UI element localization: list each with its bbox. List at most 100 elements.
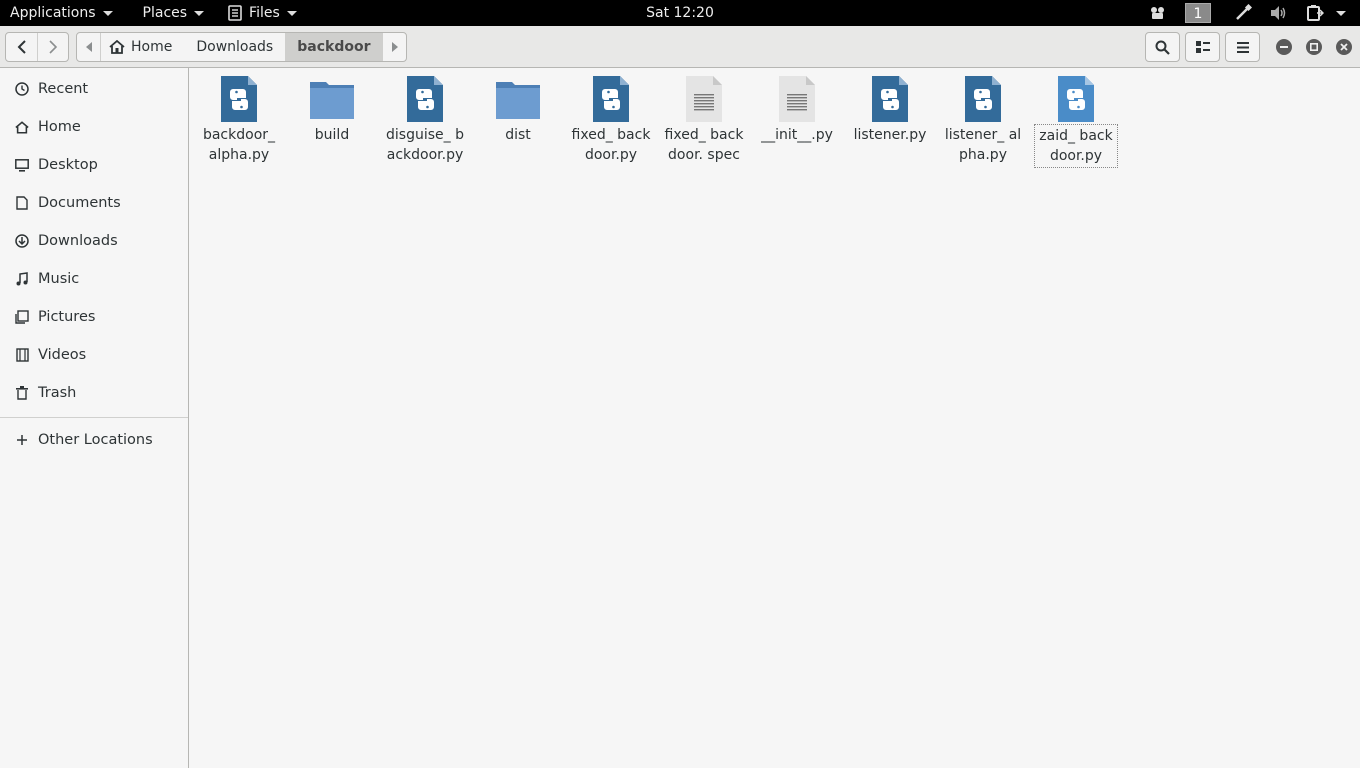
folder-item[interactable]: build [290, 74, 374, 146]
file-name: __init__.py [761, 127, 833, 143]
view-toggle-button[interactable] [1185, 32, 1220, 62]
sidebar-item-label: Documents [38, 195, 121, 211]
arrow-right-icon [391, 42, 398, 52]
sidebar-item-videos[interactable]: Videos [0, 336, 188, 374]
file-name: fixed_ backdoor.py [571, 127, 651, 163]
files-app-menu[interactable]: Files [218, 0, 307, 26]
file-item[interactable]: backdoor_ alpha.py [197, 74, 281, 166]
path-home-label: Home [131, 39, 173, 55]
plus-icon [14, 432, 30, 448]
minimize-button[interactable] [1276, 39, 1292, 55]
places-menu[interactable]: Places [133, 0, 215, 26]
volume-icon[interactable] [1270, 5, 1288, 21]
sidebar-item-recent[interactable]: Recent [0, 70, 188, 108]
chevron-down-icon [194, 10, 205, 16]
path-scroll-right-button[interactable] [382, 33, 406, 61]
file-item[interactable]: listener_ alpha.py [941, 74, 1025, 166]
document-icon [14, 195, 30, 211]
sidebar: Recent Home Desktop Documents Downloads … [0, 68, 189, 768]
video-icon [14, 347, 30, 363]
applications-menu[interactable]: Applications [0, 0, 123, 26]
file-name: zaid_ backdoor.py [1034, 124, 1118, 168]
file-name: fixed_ backdoor. spec [664, 127, 744, 163]
python-file-icon [865, 74, 915, 124]
pictures-icon [14, 309, 30, 325]
file-item[interactable]: listener.py [848, 74, 932, 146]
search-button[interactable] [1145, 32, 1180, 62]
file-name: build [314, 127, 350, 143]
python-file-icon [958, 74, 1008, 124]
hamburger-icon [1236, 41, 1249, 53]
files-app-icon [228, 5, 242, 21]
list-view-icon [1195, 41, 1210, 53]
music-icon [14, 271, 30, 287]
chevron-down-icon [102, 10, 113, 16]
sidebar-item-music[interactable]: Music [0, 260, 188, 298]
sidebar-item-label: Home [38, 119, 81, 135]
system-tray: 1 [1140, 0, 1360, 26]
network-icon[interactable] [1234, 4, 1252, 22]
text-file-icon [679, 74, 729, 124]
close-button[interactable] [1336, 39, 1352, 55]
python-file-icon [214, 74, 264, 124]
folder-icon [307, 74, 357, 124]
file-view[interactable]: backdoor_ alpha.py build disguise_ backd… [190, 68, 1360, 768]
path-current-label: backdoor [297, 39, 371, 55]
power-menu[interactable] [1306, 4, 1346, 22]
top-panel: Applications Places Files Sat 12:20 1 [0, 0, 1360, 26]
file-name: listener_ alpha.py [944, 127, 1022, 163]
sidebar-item-label: Videos [38, 347, 87, 363]
chevron-right-icon [49, 40, 58, 54]
file-item[interactable]: fixed_ backdoor.py [569, 74, 653, 166]
battery-icon [1307, 5, 1324, 21]
path-downloads[interactable]: Downloads [184, 33, 285, 61]
python-file-icon [1051, 74, 1101, 124]
camera-icon[interactable] [1149, 6, 1167, 20]
python-file-icon [400, 74, 450, 124]
file-name: backdoor_ alpha.py [202, 127, 276, 163]
sidebar-item-label: Music [38, 271, 80, 287]
file-item[interactable]: disguise_ backdoor.py [383, 74, 467, 166]
workspace-indicator[interactable]: 1 [1185, 3, 1211, 23]
home-icon [109, 40, 125, 54]
file-name: dist [505, 127, 531, 143]
history-buttons [5, 32, 69, 62]
close-icon [1340, 43, 1348, 51]
file-item[interactable]: __init__.py [755, 74, 839, 146]
chevron-down-icon [1336, 10, 1346, 16]
path-home[interactable]: Home [101, 33, 184, 61]
sidebar-item-downloads[interactable]: Downloads [0, 222, 188, 260]
sidebar-item-trash[interactable]: Trash [0, 374, 188, 412]
maximize-button[interactable] [1306, 39, 1322, 55]
path-scroll-left-button[interactable] [77, 33, 101, 61]
sidebar-item-other-locations[interactable]: Other Locations [0, 421, 188, 459]
sidebar-item-pictures[interactable]: Pictures [0, 298, 188, 336]
sidebar-item-desktop[interactable]: Desktop [0, 146, 188, 184]
desktop-icon [14, 157, 30, 173]
folder-icon [493, 74, 543, 124]
path-downloads-label: Downloads [196, 39, 274, 55]
search-icon [1155, 40, 1170, 55]
arrow-left-icon [85, 42, 92, 52]
workspace-number: 1 [1185, 3, 1211, 23]
folder-item[interactable]: dist [476, 74, 560, 146]
download-icon [14, 233, 30, 249]
file-item[interactable]: fixed_ backdoor. spec [662, 74, 746, 166]
chevron-down-icon [286, 10, 297, 16]
sidebar-separator [0, 417, 188, 418]
forward-button[interactable] [37, 33, 68, 61]
sidebar-item-label: Downloads [38, 233, 118, 249]
sidebar-item-label: Other Locations [38, 432, 153, 448]
chevron-left-icon [17, 40, 26, 54]
files-label: Files [249, 5, 280, 21]
sidebar-item-label: Pictures [38, 309, 96, 325]
path-current[interactable]: backdoor [285, 33, 383, 61]
clock-icon [14, 81, 30, 97]
places-label: Places [142, 5, 188, 21]
applications-label: Applications [10, 5, 96, 21]
back-button[interactable] [6, 33, 37, 61]
menu-button[interactable] [1225, 32, 1260, 62]
sidebar-item-documents[interactable]: Documents [0, 184, 188, 222]
file-item[interactable]: zaid_ backdoor.py [1034, 74, 1118, 168]
sidebar-item-home[interactable]: Home [0, 108, 188, 146]
